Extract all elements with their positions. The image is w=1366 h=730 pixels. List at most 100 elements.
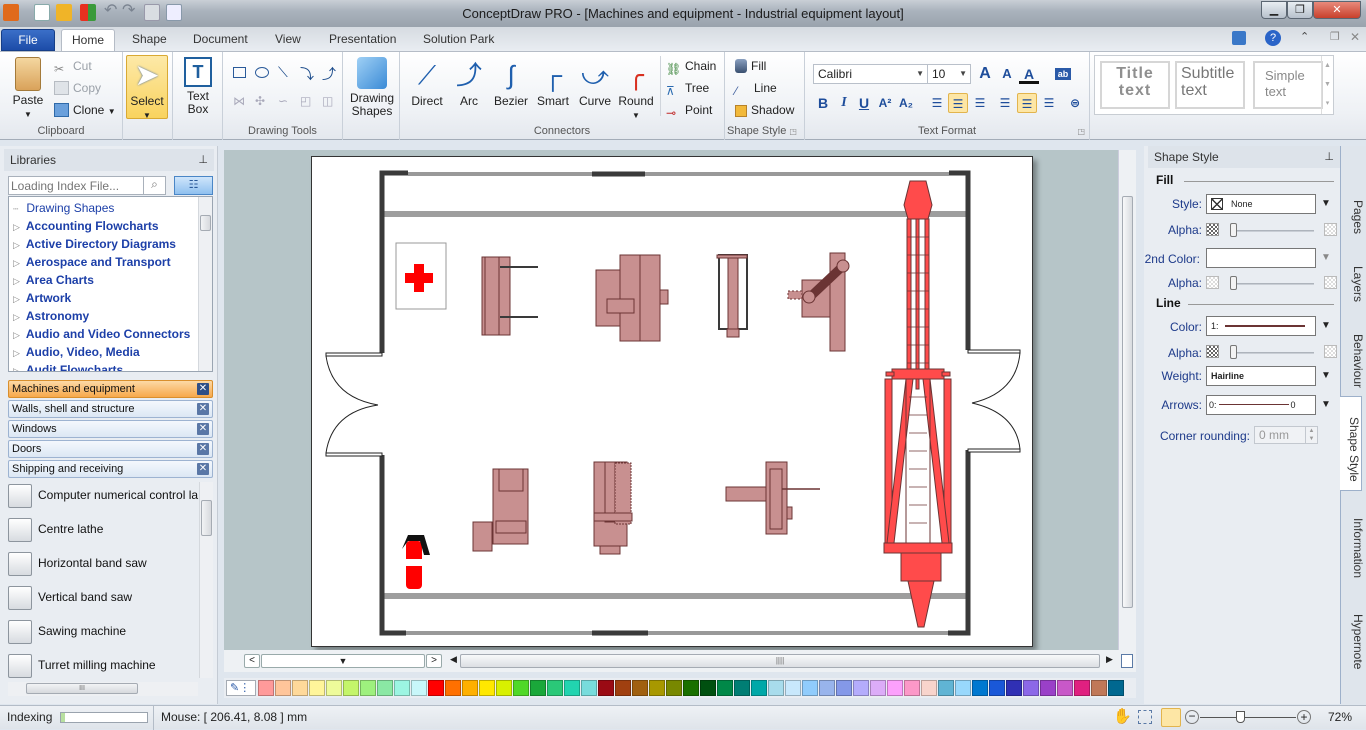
color-swatch[interactable]: [309, 680, 325, 696]
color-swatch[interactable]: [836, 680, 852, 696]
color-swatch[interactable]: [445, 680, 461, 696]
doc-restore-icon[interactable]: ❐: [1330, 30, 1340, 43]
jib-crane[interactable]: [883, 180, 953, 628]
close-icon[interactable]: ✕: [197, 443, 209, 455]
select-button[interactable]: ➤ Select ▼: [126, 55, 168, 120]
tree-item[interactable]: ▷ Area Charts: [13, 271, 94, 289]
font-size-select[interactable]: 10 ▼: [927, 64, 971, 84]
italic-button[interactable]: I: [834, 93, 854, 113]
shapes-horizontal-scrollbar[interactable]: III: [8, 682, 198, 696]
dropdown-arrow-icon[interactable]: ▼: [1317, 195, 1335, 213]
shapes-vertical-scrollbar[interactable]: [199, 482, 213, 678]
minimize-button[interactable]: ▁: [1261, 1, 1287, 19]
color-swatch[interactable]: [1108, 680, 1124, 696]
library-tab-doors[interactable]: Doors ✕: [8, 440, 213, 458]
color-swatch[interactable]: [513, 680, 529, 696]
second-color-select[interactable]: ▼: [1206, 248, 1331, 268]
spinner-icon[interactable]: ▲ ▼: [1305, 427, 1317, 443]
ellipse-tool-icon[interactable]: [255, 67, 269, 78]
color-swatch[interactable]: [989, 680, 1005, 696]
color-swatch[interactable]: [1057, 680, 1073, 696]
side-tab-information[interactable]: Information: [1343, 498, 1365, 588]
turret-mill[interactable]: [593, 461, 633, 555]
side-tab-shape-style[interactable]: Shape Style: [1340, 396, 1362, 491]
color-swatch[interactable]: [1040, 680, 1056, 696]
color-swatch[interactable]: [768, 680, 784, 696]
help-icon[interactable]: ?: [1265, 30, 1281, 46]
library-tab-windows[interactable]: Windows ✕: [8, 420, 213, 438]
dropdown-arrow-icon[interactable]: ▼: [1317, 367, 1335, 385]
color-swatch[interactable]: [802, 680, 818, 696]
first-aid-sign[interactable]: [395, 242, 447, 310]
line-alpha-slider[interactable]: [1230, 345, 1314, 359]
align-bottom-icon[interactable]: ☰: [1039, 93, 1059, 113]
close-icon[interactable]: ✕: [197, 463, 209, 475]
library-tab-machines[interactable]: Machines and equipment ✕: [8, 380, 213, 398]
color-swatch[interactable]: [819, 680, 835, 696]
zoom-in-icon[interactable]: +: [1297, 710, 1311, 724]
side-tab-pages[interactable]: Pages: [1343, 180, 1365, 240]
drawing-page[interactable]: [311, 156, 1033, 647]
left-double-door[interactable]: [325, 352, 383, 457]
spline-tool-icon[interactable]: ∽: [278, 94, 288, 108]
tree-item[interactable]: ▷ Audio and Video Connectors: [13, 325, 190, 343]
color-swatch[interactable]: [700, 680, 716, 696]
line-button[interactable]: ⁄ Line: [735, 79, 777, 98]
subtitle-text-style[interactable]: Subtitle text: [1175, 61, 1245, 109]
color-swatch[interactable]: [428, 680, 444, 696]
color-swatch[interactable]: [955, 680, 971, 696]
radial-drill[interactable]: [787, 252, 850, 352]
corner-rounding-input[interactable]: 0 mm ▲ ▼: [1254, 426, 1318, 444]
tree-item[interactable]: ▷ Audit Flowcharts: [13, 361, 123, 371]
fill-style-select[interactable]: None ▼: [1206, 194, 1331, 214]
library-search[interactable]: ⌕: [8, 176, 166, 195]
close-button[interactable]: ✕: [1313, 1, 1361, 19]
color-swatch[interactable]: [377, 680, 393, 696]
align-right-icon[interactable]: ☰: [970, 93, 990, 113]
color-swatch[interactable]: [904, 680, 920, 696]
smart-connector-button[interactable]: ┌ Smart: [533, 60, 573, 108]
vertical-band-saw[interactable]: [716, 254, 748, 338]
color-swatch[interactable]: [530, 680, 546, 696]
color-swatch[interactable]: [615, 680, 631, 696]
palette-menu-icon[interactable]: ✎⋮: [226, 680, 256, 696]
tab-presentation[interactable]: Presentation: [319, 29, 406, 51]
text-format-launcher-icon[interactable]: ◳: [1077, 127, 1085, 136]
line-color-select[interactable]: 1: ▼: [1206, 316, 1331, 336]
color-swatch[interactable]: [326, 680, 342, 696]
tree-item[interactable]: ▷ Active Directory Diagrams: [13, 235, 176, 253]
color-swatch[interactable]: [547, 680, 563, 696]
text-fit-icon[interactable]: ⊜: [1065, 93, 1085, 113]
clone-button[interactable]: Clone ▼: [54, 101, 116, 119]
canvas-area[interactable]: [224, 150, 1136, 650]
color-swatch[interactable]: [1023, 680, 1039, 696]
color-swatch[interactable]: [1091, 680, 1107, 696]
close-icon[interactable]: ✕: [197, 423, 209, 435]
color-swatch[interactable]: [972, 680, 988, 696]
color-swatch[interactable]: [921, 680, 937, 696]
drawing-shapes-button[interactable]: Drawing Shapes: [347, 57, 397, 118]
curve-connector-button[interactable]: ⤻ Curve: [575, 60, 615, 108]
collapse-ribbon-icon[interactable]: ⌃: [1300, 30, 1309, 43]
library-shape[interactable]: Turret milling machine: [8, 652, 156, 678]
pin-icon[interactable]: ⊥: [1324, 146, 1334, 168]
restore-button[interactable]: ❐: [1287, 1, 1313, 19]
color-swatch[interactable]: [394, 680, 410, 696]
walls[interactable]: [379, 170, 971, 636]
simple-text-style[interactable]: Simple text: [1253, 61, 1323, 109]
color-swatch[interactable]: [275, 680, 291, 696]
dropdown-arrow-icon[interactable]: ▼: [1317, 249, 1335, 267]
align-top-icon[interactable]: ☰: [995, 93, 1015, 113]
color-swatch[interactable]: [496, 680, 512, 696]
paste-button[interactable]: Paste ▼: [10, 57, 46, 121]
title-text-style[interactable]: Title text: [1100, 61, 1170, 109]
zoom-area-icon[interactable]: [1138, 710, 1152, 724]
fill-alpha-slider[interactable]: [1230, 223, 1314, 237]
shrink-font-icon[interactable]: A: [997, 64, 1017, 84]
superscript-icon[interactable]: A²: [875, 93, 895, 113]
align-middle-icon[interactable]: ☰: [1017, 93, 1037, 113]
subscript-icon[interactable]: A₂: [896, 93, 916, 113]
fit-page-icon[interactable]: [1121, 654, 1133, 668]
scroll-left-icon[interactable]: ◀: [450, 654, 457, 665]
tree-button[interactable]: ⊼ Tree: [666, 79, 709, 98]
